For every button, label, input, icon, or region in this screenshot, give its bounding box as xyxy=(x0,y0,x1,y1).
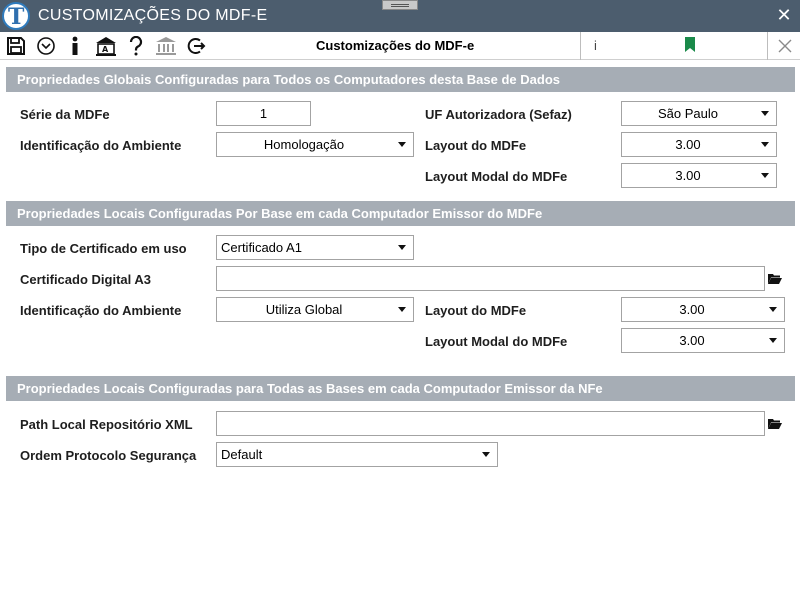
chevron-down-icon xyxy=(398,307,406,312)
uf-select[interactable]: São Paulo xyxy=(621,101,777,126)
section-local-all-header: Propriedades Locais Configuradas para To… xyxy=(6,376,795,401)
path-input[interactable] xyxy=(216,411,765,436)
folder-open-icon[interactable] xyxy=(768,272,784,288)
title-bar: T CUSTOMIZAÇÕES DO MDF-E ✕ xyxy=(0,0,800,32)
toolbar-title: Customizações do MDF-e xyxy=(316,38,475,53)
toolbar: A Customizações do MDF-e i xyxy=(0,32,800,60)
info-text: i xyxy=(594,38,597,53)
layout-label: Layout do MDFe xyxy=(425,138,527,153)
protocolo-value: Default xyxy=(221,447,263,462)
chevron-down-icon xyxy=(398,245,406,250)
bookmark-icon[interactable] xyxy=(685,37,695,57)
toolbar-divider xyxy=(580,32,581,60)
ambiente-local-label: Identificação do Ambiente xyxy=(20,303,182,318)
layout-modal-select[interactable]: 3.00 xyxy=(621,163,777,188)
layout-modal-value: 3.00 xyxy=(675,168,701,183)
cert-a3-input[interactable] xyxy=(216,266,765,291)
help-icon[interactable] xyxy=(124,34,148,58)
protocolo-label: Ordem Protocolo Segurança xyxy=(20,448,197,463)
folder-open-icon[interactable] xyxy=(768,417,784,433)
chevron-down-icon xyxy=(769,338,777,343)
layout-select[interactable]: 3.00 xyxy=(621,132,777,157)
chevron-down-icon xyxy=(769,307,777,312)
ambiente-select[interactable]: Homologação xyxy=(216,132,414,157)
ambiente-local-value: Utiliza Global xyxy=(265,302,343,317)
chevron-down-icon xyxy=(761,111,769,116)
info-icon[interactable] xyxy=(63,34,87,58)
section-global-header: Propriedades Globais Configuradas para T… xyxy=(6,67,795,92)
window-title: CUSTOMIZAÇÕES DO MDF-E xyxy=(38,7,268,24)
serie-input[interactable]: 1 xyxy=(216,101,311,126)
cert-tipo-label: Tipo de Certificado em uso xyxy=(20,241,187,256)
uf-label: UF Autorizadora (Sefaz) xyxy=(425,107,572,122)
svg-text:A: A xyxy=(102,45,109,54)
cert-a3-label: Certificado Digital A3 xyxy=(20,272,151,287)
dropdown-circle-icon[interactable] xyxy=(34,34,58,58)
layout-modal-local-select[interactable]: 3.00 xyxy=(621,328,785,353)
close-icon[interactable] xyxy=(774,35,796,57)
bank-icon[interactable] xyxy=(154,34,178,58)
cert-tipo-select[interactable]: Certificado A1 xyxy=(216,235,414,260)
layout-local-value: 3.00 xyxy=(679,302,705,317)
logout-icon[interactable] xyxy=(184,34,208,58)
bank-document-icon[interactable]: A xyxy=(94,34,118,58)
toolbar-divider xyxy=(767,32,768,60)
chevron-down-icon xyxy=(398,142,406,147)
drag-handle[interactable] xyxy=(382,0,418,10)
layout-modal-label: Layout Modal do MDFe xyxy=(425,169,568,184)
path-label: Path Local Repositório XML xyxy=(20,417,193,432)
window-close-button[interactable]: ✕ xyxy=(773,4,795,26)
layout-value: 3.00 xyxy=(675,137,701,152)
section-local-base-header: Propriedades Locais Configuradas Por Bas… xyxy=(6,201,795,226)
protocolo-select[interactable]: Default xyxy=(216,442,498,467)
serie-label: Série da MDFe xyxy=(20,107,110,122)
ambiente-label: Identificação do Ambiente xyxy=(20,138,182,153)
save-icon[interactable] xyxy=(4,34,28,58)
layout-modal-local-value: 3.00 xyxy=(679,333,705,348)
cert-tipo-value: Certificado A1 xyxy=(221,240,302,255)
chevron-down-icon xyxy=(761,173,769,178)
layout-modal-local-label: Layout Modal do MDFe xyxy=(425,334,568,349)
uf-value: São Paulo xyxy=(658,106,718,121)
chevron-down-icon xyxy=(761,142,769,147)
chevron-down-icon xyxy=(482,452,490,457)
layout-local-select[interactable]: 3.00 xyxy=(621,297,785,322)
app-logo: T xyxy=(2,2,30,30)
ambiente-value: Homologação xyxy=(263,137,345,152)
layout-local-label: Layout do MDFe xyxy=(425,303,527,318)
ambiente-local-select[interactable]: Utiliza Global xyxy=(216,297,414,322)
